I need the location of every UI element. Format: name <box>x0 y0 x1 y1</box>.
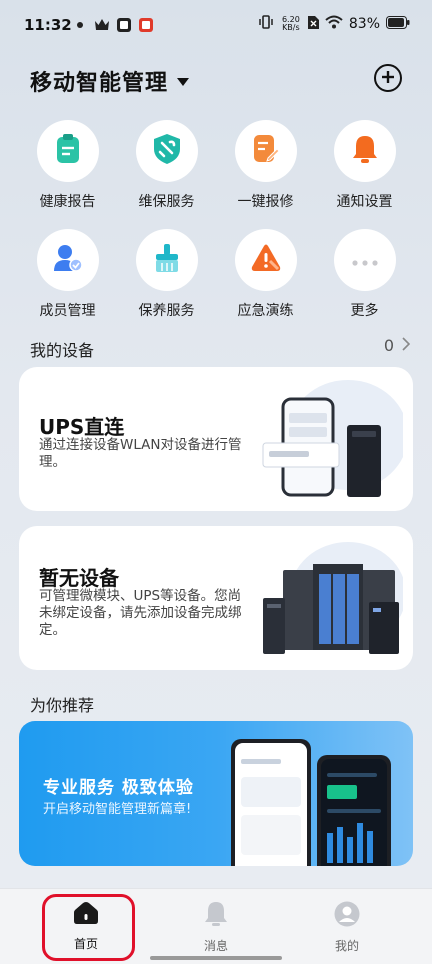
banner-title: 专业服务 极致体验 <box>43 778 194 798</box>
action-health-report[interactable]: 健康报告 <box>18 120 117 211</box>
action-circle <box>36 120 99 182</box>
datacenter-illustration <box>253 534 406 654</box>
chevron-right-icon <box>402 336 411 355</box>
network-speed: 6.20 KB/s <box>280 15 302 32</box>
sim-disabled-icon <box>307 14 319 33</box>
recommend-title: 为你推荐 <box>30 696 95 715</box>
action-label: 通知设置 <box>336 194 393 210</box>
action-circle <box>333 120 396 182</box>
quick-actions-grid: 健康报告 维保服务 一键报修 通知设置 成员管理 保养服务 应急演练 更多 <box>18 120 414 320</box>
crown-icon <box>94 17 110 32</box>
action-label: 健康报告 <box>39 194 96 210</box>
action-label: 成员管理 <box>39 303 96 319</box>
action-label: 更多 <box>350 303 379 319</box>
status-bar: 11:32 6.20 KB/s 83% <box>0 0 432 50</box>
wifi-icon <box>325 14 343 33</box>
ups-direct-card[interactable]: UPS直连 通过连接设备WLAN对设备进行管理。 <box>19 367 413 511</box>
plus-icon <box>381 69 395 88</box>
action-notification-settings[interactable]: 通知设置 <box>315 120 414 211</box>
action-label: 保养服务 <box>138 303 195 319</box>
vibrate-icon <box>258 14 274 33</box>
action-circle <box>36 229 99 291</box>
dot-icon <box>72 17 88 32</box>
my-devices-title: 我的设备 <box>30 341 95 360</box>
action-emergency-drill[interactable]: 应急演练 <box>216 229 315 320</box>
bell-icon <box>351 134 379 168</box>
ups-card-title: UPS直连 <box>39 415 125 439</box>
battery-icon <box>386 14 410 33</box>
status-notification-icons <box>72 17 154 32</box>
page-title: 移动智能管理 <box>30 71 169 96</box>
tab-home[interactable]: 首页 <box>46 901 126 952</box>
status-right-icons: 6.20 KB/s 83% <box>258 14 410 33</box>
clipboard-icon <box>55 134 81 168</box>
tab-label: 首页 <box>73 937 98 951</box>
bell-icon <box>204 901 228 931</box>
title-dropdown[interactable]: 移动智能管理 <box>30 65 190 97</box>
shield-wrench-icon <box>152 133 182 169</box>
action-label: 一键报修 <box>237 194 294 210</box>
action-more[interactable]: 更多 <box>315 229 414 320</box>
action-circle <box>135 229 198 291</box>
user-check-icon <box>53 243 83 277</box>
banner-subtitle: 开启移动智能管理新篇章! <box>43 802 192 817</box>
no-device-card[interactable]: 暂无设备 可管理微模块、UPS等设备。您尚未绑定设备，请先添加设备完成绑定。 <box>19 526 413 670</box>
action-label: 维保服务 <box>138 194 195 210</box>
device-count: 0 <box>383 336 394 355</box>
promo-banner[interactable]: 专业服务 极致体验 开启移动智能管理新篇章! <box>19 721 413 866</box>
app-red-icon <box>138 17 154 32</box>
ups-card-description: 通过连接设备WLAN对设备进行管理。 <box>39 437 242 470</box>
no-device-title: 暂无设备 <box>39 566 119 590</box>
action-circle <box>135 120 198 182</box>
ups-illustration <box>253 375 408 497</box>
net-speed-unit: KB/s <box>282 22 300 32</box>
tab-label: 我的 <box>334 939 359 953</box>
caret-down-icon <box>176 72 190 91</box>
action-circle <box>234 120 297 182</box>
action-upkeep-service[interactable]: 保养服务 <box>117 229 216 320</box>
home-indicator <box>150 956 282 960</box>
bottom-tab-bar: 首页 消息 我的 <box>0 888 432 964</box>
tab-profile[interactable]: 我的 <box>307 901 387 954</box>
action-circle <box>333 229 396 291</box>
app-header: 移动智能管理 <box>0 56 432 102</box>
action-maintenance-service[interactable]: 维保服务 <box>117 120 216 211</box>
action-label: 应急演练 <box>237 303 294 319</box>
user-icon <box>334 901 360 931</box>
battery-percent: 83% <box>348 15 380 32</box>
device-count-link[interactable]: 0 <box>383 336 411 355</box>
app-badge-icon <box>116 17 132 32</box>
tab-messages[interactable]: 消息 <box>176 901 256 954</box>
document-edit-icon <box>252 134 280 168</box>
tab-label: 消息 <box>203 939 228 953</box>
home-icon <box>73 901 99 929</box>
action-one-click-repair[interactable]: 一键报修 <box>216 120 315 211</box>
no-device-description: 可管理微模块、UPS等设备。您尚未绑定设备，请先添加设备完成绑定。 <box>39 588 242 638</box>
warning-triangle-icon <box>251 244 281 276</box>
brush-icon <box>153 243 181 277</box>
add-device-button[interactable] <box>374 64 402 92</box>
banner-phones-illustration <box>225 733 405 866</box>
action-circle <box>234 229 297 291</box>
action-member-management[interactable]: 成员管理 <box>18 229 117 320</box>
status-time: 11:32 <box>24 16 72 34</box>
more-dots-icon <box>351 251 378 270</box>
